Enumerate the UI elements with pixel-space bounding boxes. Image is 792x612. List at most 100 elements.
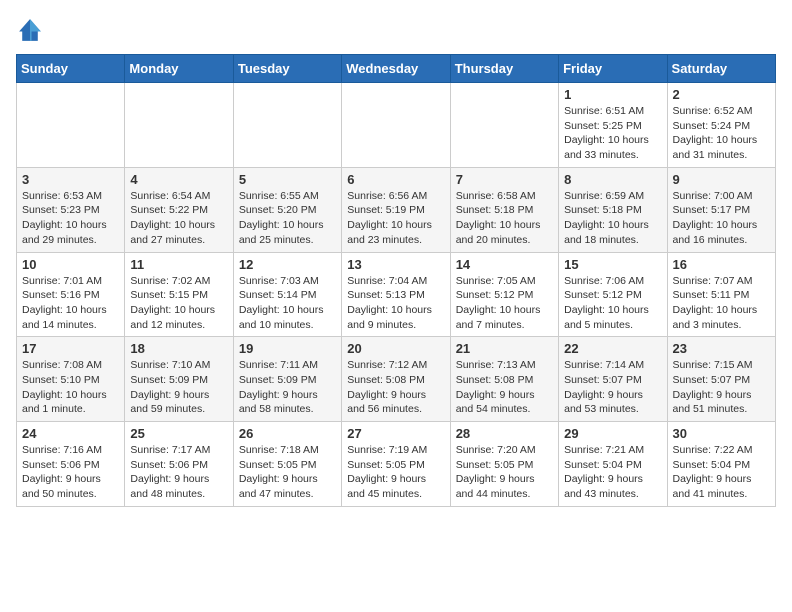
- calendar-week-row: 24 Sunrise: 7:16 AM Sunset: 5:06 PM Dayli…: [17, 422, 776, 507]
- day-number: 23: [673, 341, 770, 356]
- calendar-cell: 3 Sunrise: 6:53 AM Sunset: 5:23 PM Daylig…: [17, 167, 125, 252]
- day-number: 28: [456, 426, 553, 441]
- day-info: Sunrise: 7:06 AM Sunset: 5:12 PM Dayligh…: [564, 274, 661, 333]
- day-info: Sunrise: 7:00 AM Sunset: 5:17 PM Dayligh…: [673, 189, 770, 248]
- day-number: 8: [564, 172, 661, 187]
- day-info: Sunrise: 6:56 AM Sunset: 5:19 PM Dayligh…: [347, 189, 444, 248]
- day-number: 17: [22, 341, 119, 356]
- day-number: 11: [130, 257, 227, 272]
- calendar-week-row: 17 Sunrise: 7:08 AM Sunset: 5:10 PM Dayli…: [17, 337, 776, 422]
- day-info: Sunrise: 7:10 AM Sunset: 5:09 PM Dayligh…: [130, 358, 227, 417]
- day-info: Sunrise: 6:55 AM Sunset: 5:20 PM Dayligh…: [239, 189, 336, 248]
- day-info: Sunrise: 7:08 AM Sunset: 5:10 PM Dayligh…: [22, 358, 119, 417]
- day-info: Sunrise: 6:53 AM Sunset: 5:23 PM Dayligh…: [22, 189, 119, 248]
- calendar-cell: 14Sunrise: 7:05 AM Sunset: 5:12 PM Dayli…: [450, 252, 558, 337]
- day-info: Sunrise: 7:07 AM Sunset: 5:11 PM Dayligh…: [673, 274, 770, 333]
- calendar-cell: 25 Sunrise: 7:17 AM Sunset: 5:06 PM Dayli…: [125, 422, 233, 507]
- calendar-cell: [17, 83, 125, 168]
- logo-icon: [16, 16, 44, 44]
- day-number: 15: [564, 257, 661, 272]
- day-info: Sunrise: 7:16 AM Sunset: 5:06 PM Dayligh…: [22, 443, 119, 502]
- day-number: 7: [456, 172, 553, 187]
- calendar-week-row: 1Sunrise: 6:51 AM Sunset: 5:25 PM Daylig…: [17, 83, 776, 168]
- calendar-cell: 2Sunrise: 6:52 AM Sunset: 5:24 PM Daylig…: [667, 83, 775, 168]
- page-header: [16, 16, 776, 44]
- calendar-cell: 18 Sunrise: 7:10 AM Sunset: 5:09 PM Dayli…: [125, 337, 233, 422]
- day-info: Sunrise: 6:59 AM Sunset: 5:18 PM Dayligh…: [564, 189, 661, 248]
- calendar-cell: 17 Sunrise: 7:08 AM Sunset: 5:10 PM Dayli…: [17, 337, 125, 422]
- calendar-header-saturday: Saturday: [667, 55, 775, 83]
- day-info: Sunrise: 7:02 AM Sunset: 5:15 PM Dayligh…: [130, 274, 227, 333]
- calendar-header-thursday: Thursday: [450, 55, 558, 83]
- calendar-cell: [450, 83, 558, 168]
- calendar-cell: 19Sunrise: 7:11 AM Sunset: 5:09 PM Dayli…: [233, 337, 341, 422]
- calendar-header-tuesday: Tuesday: [233, 55, 341, 83]
- calendar-cell: 29 Sunrise: 7:21 AM Sunset: 5:04 PM Dayli…: [559, 422, 667, 507]
- calendar-cell: 8 Sunrise: 6:59 AM Sunset: 5:18 PM Daylig…: [559, 167, 667, 252]
- calendar-cell: 13 Sunrise: 7:04 AM Sunset: 5:13 PM Dayli…: [342, 252, 450, 337]
- calendar-cell: 11 Sunrise: 7:02 AM Sunset: 5:15 PM Dayli…: [125, 252, 233, 337]
- day-number: 20: [347, 341, 444, 356]
- day-info: Sunrise: 7:21 AM Sunset: 5:04 PM Dayligh…: [564, 443, 661, 502]
- calendar-cell: 6 Sunrise: 6:56 AM Sunset: 5:19 PM Daylig…: [342, 167, 450, 252]
- calendar-cell: 4 Sunrise: 6:54 AM Sunset: 5:22 PM Daylig…: [125, 167, 233, 252]
- calendar-week-row: 3 Sunrise: 6:53 AM Sunset: 5:23 PM Daylig…: [17, 167, 776, 252]
- calendar-cell: [342, 83, 450, 168]
- day-info: Sunrise: 7:03 AM Sunset: 5:14 PM Dayligh…: [239, 274, 336, 333]
- day-info: Sunrise: 7:12 AM Sunset: 5:08 PM Dayligh…: [347, 358, 444, 417]
- day-info: Sunrise: 7:01 AM Sunset: 5:16 PM Dayligh…: [22, 274, 119, 333]
- calendar-cell: 9 Sunrise: 7:00 AM Sunset: 5:17 PM Daylig…: [667, 167, 775, 252]
- day-info: Sunrise: 7:20 AM Sunset: 5:05 PM Dayligh…: [456, 443, 553, 502]
- day-number: 21: [456, 341, 553, 356]
- day-number: 14: [456, 257, 553, 272]
- day-number: 5: [239, 172, 336, 187]
- day-number: 2: [673, 87, 770, 102]
- day-number: 30: [673, 426, 770, 441]
- calendar-cell: 24 Sunrise: 7:16 AM Sunset: 5:06 PM Dayli…: [17, 422, 125, 507]
- day-number: 9: [673, 172, 770, 187]
- day-info: Sunrise: 7:14 AM Sunset: 5:07 PM Dayligh…: [564, 358, 661, 417]
- calendar-cell: 28 Sunrise: 7:20 AM Sunset: 5:05 PM Dayli…: [450, 422, 558, 507]
- day-info: Sunrise: 7:17 AM Sunset: 5:06 PM Dayligh…: [130, 443, 227, 502]
- calendar-cell: 10 Sunrise: 7:01 AM Sunset: 5:16 PM Dayli…: [17, 252, 125, 337]
- day-info: Sunrise: 7:22 AM Sunset: 5:04 PM Dayligh…: [673, 443, 770, 502]
- day-number: 13: [347, 257, 444, 272]
- calendar-cell: 26Sunrise: 7:18 AM Sunset: 5:05 PM Dayli…: [233, 422, 341, 507]
- day-info: Sunrise: 7:13 AM Sunset: 5:08 PM Dayligh…: [456, 358, 553, 417]
- calendar-cell: 7 Sunrise: 6:58 AM Sunset: 5:18 PM Daylig…: [450, 167, 558, 252]
- day-number: 6: [347, 172, 444, 187]
- day-number: 25: [130, 426, 227, 441]
- day-number: 26: [239, 426, 336, 441]
- calendar-cell: 27Sunrise: 7:19 AM Sunset: 5:05 PM Dayli…: [342, 422, 450, 507]
- calendar-week-row: 10 Sunrise: 7:01 AM Sunset: 5:16 PM Dayli…: [17, 252, 776, 337]
- calendar-cell: 12Sunrise: 7:03 AM Sunset: 5:14 PM Dayli…: [233, 252, 341, 337]
- calendar-header-monday: Monday: [125, 55, 233, 83]
- day-number: 18: [130, 341, 227, 356]
- calendar-cell: 23Sunrise: 7:15 AM Sunset: 5:07 PM Dayli…: [667, 337, 775, 422]
- day-number: 4: [130, 172, 227, 187]
- calendar-cell: 21 Sunrise: 7:13 AM Sunset: 5:08 PM Dayli…: [450, 337, 558, 422]
- calendar-cell: [233, 83, 341, 168]
- day-number: 3: [22, 172, 119, 187]
- calendar-header-sunday: Sunday: [17, 55, 125, 83]
- calendar-cell: 5 Sunrise: 6:55 AM Sunset: 5:20 PM Daylig…: [233, 167, 341, 252]
- day-number: 29: [564, 426, 661, 441]
- day-number: 1: [564, 87, 661, 102]
- day-number: 10: [22, 257, 119, 272]
- calendar-cell: 22Sunrise: 7:14 AM Sunset: 5:07 PM Dayli…: [559, 337, 667, 422]
- calendar-cell: 1Sunrise: 6:51 AM Sunset: 5:25 PM Daylig…: [559, 83, 667, 168]
- day-number: 27: [347, 426, 444, 441]
- day-number: 19: [239, 341, 336, 356]
- day-number: 24: [22, 426, 119, 441]
- calendar-header-row: SundayMondayTuesdayWednesdayThursdayFrid…: [17, 55, 776, 83]
- calendar-cell: [125, 83, 233, 168]
- day-number: 16: [673, 257, 770, 272]
- logo: [16, 16, 48, 44]
- calendar-cell: 15 Sunrise: 7:06 AM Sunset: 5:12 PM Dayli…: [559, 252, 667, 337]
- calendar-header-friday: Friday: [559, 55, 667, 83]
- calendar-table: SundayMondayTuesdayWednesdayThursdayFrid…: [16, 54, 776, 507]
- day-info: Sunrise: 6:58 AM Sunset: 5:18 PM Dayligh…: [456, 189, 553, 248]
- calendar-cell: 30 Sunrise: 7:22 AM Sunset: 5:04 PM Dayli…: [667, 422, 775, 507]
- day-info: Sunrise: 6:54 AM Sunset: 5:22 PM Dayligh…: [130, 189, 227, 248]
- day-info: Sunrise: 7:04 AM Sunset: 5:13 PM Dayligh…: [347, 274, 444, 333]
